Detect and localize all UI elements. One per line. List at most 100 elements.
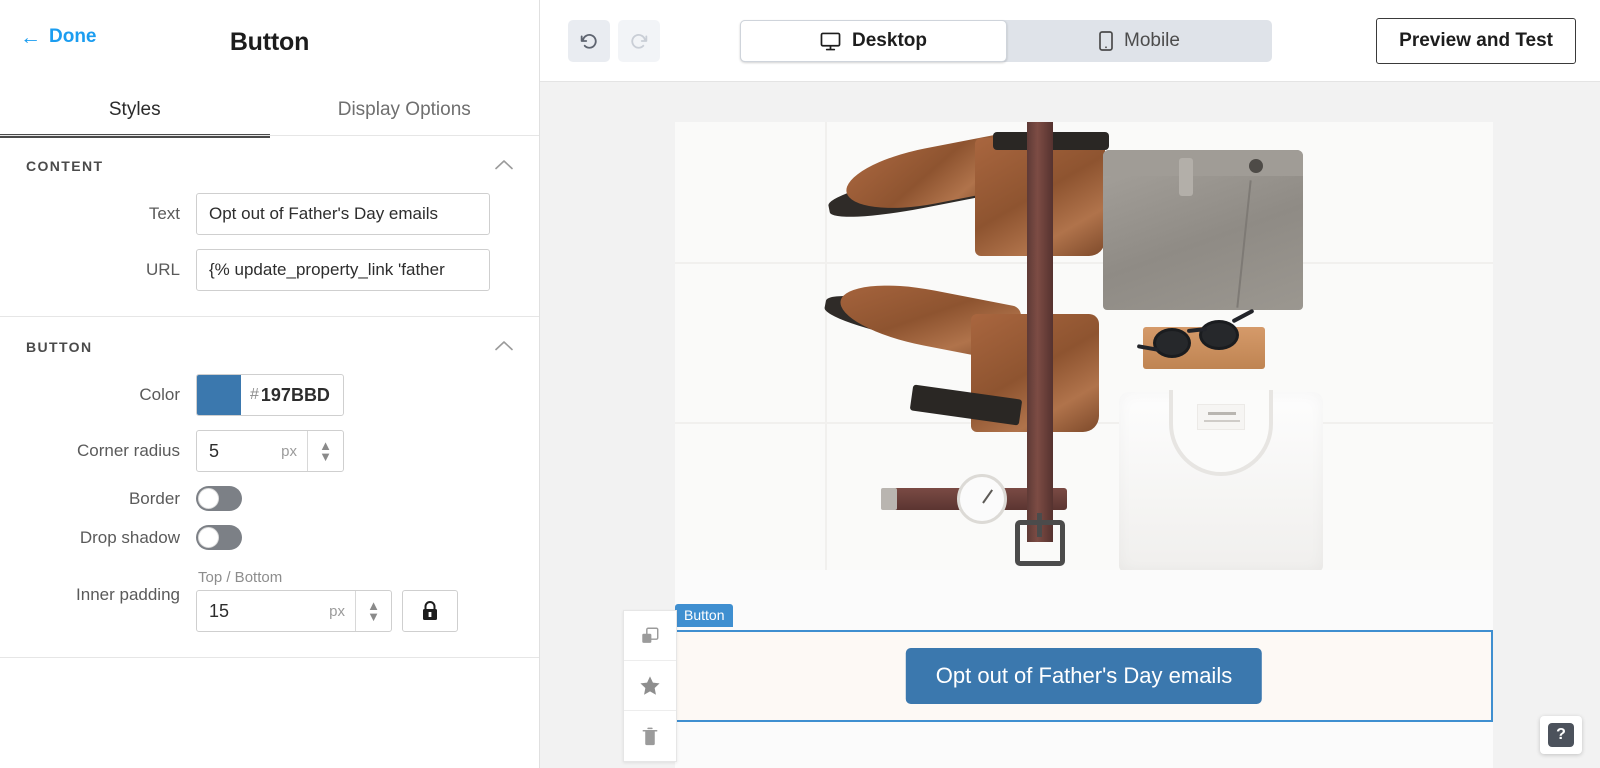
- section-content-title: CONTENT: [26, 158, 103, 174]
- done-button[interactable]: ← Done: [20, 26, 97, 48]
- tab-display-options-label: Display Options: [338, 99, 471, 121]
- lock-icon: [421, 600, 439, 622]
- corner-radius-label: Corner radius: [0, 441, 196, 461]
- section-button: BUTTON Color # 197BBD Corner radius: [0, 317, 539, 658]
- email-editor-app: ← Done Button Styles Display Options CON…: [0, 0, 1600, 768]
- chevron-up-icon[interactable]: [495, 158, 513, 174]
- text-field-label: Text: [0, 204, 196, 224]
- inner-padding-arrows[interactable]: ▲ ▼: [355, 591, 391, 631]
- inner-padding-stepper[interactable]: 15 px ▲ ▼: [196, 590, 392, 632]
- field-row-color: Color # 197BBD: [0, 367, 539, 423]
- trash-icon: [641, 726, 659, 747]
- text-input[interactable]: [196, 193, 490, 235]
- section-button-header[interactable]: BUTTON: [0, 317, 539, 367]
- color-hex-value[interactable]: # 197BBD: [241, 375, 343, 415]
- help-button[interactable]: ?: [1540, 716, 1582, 754]
- sunglasses-left-lens: [1153, 328, 1191, 358]
- selected-button-block[interactable]: Button Opt out of Father's Day emails: [675, 630, 1493, 722]
- duplicate-block-button[interactable]: [624, 611, 676, 661]
- corner-radius-unit: px: [281, 443, 297, 460]
- undo-button[interactable]: [568, 20, 610, 62]
- inner-padding-sublabel: Top / Bottom: [196, 569, 458, 586]
- corner-radius-arrows[interactable]: ▲ ▼: [307, 431, 343, 471]
- corner-radius-stepper[interactable]: 5 px ▲ ▼: [196, 430, 344, 472]
- delete-block-button[interactable]: [624, 711, 676, 761]
- editor-toolbar: Desktop Mobile Preview and Test: [540, 0, 1600, 82]
- field-row-corner-radius: Corner radius 5 px ▲ ▼: [0, 423, 539, 479]
- color-swatch[interactable]: [197, 375, 241, 415]
- editor-main: Desktop Mobile Preview and Test: [540, 0, 1600, 768]
- view-mode-mobile-label: Mobile: [1124, 30, 1180, 52]
- color-field-label: Color: [0, 385, 196, 405]
- field-row-drop-shadow: Drop shadow: [0, 518, 539, 557]
- inner-padding-unit: px: [329, 603, 345, 620]
- inner-padding-controls: Top / Bottom 15 px ▲ ▼: [196, 569, 458, 632]
- view-mode-mobile[interactable]: Mobile: [1007, 20, 1272, 62]
- tab-display-options[interactable]: Display Options: [270, 84, 540, 136]
- preview-and-test-label: Preview and Test: [1399, 30, 1553, 52]
- question-mark-icon: ?: [1548, 723, 1574, 747]
- border-toggle-knob: [198, 488, 219, 509]
- field-row-text: Text: [0, 186, 539, 242]
- view-mode-switcher: Desktop Mobile: [740, 20, 1272, 62]
- inner-padding-value: 15: [209, 601, 229, 622]
- hash-symbol: #: [250, 386, 259, 404]
- preview-and-test-button[interactable]: Preview and Test: [1376, 18, 1576, 64]
- mobile-icon: [1099, 31, 1113, 51]
- inner-padding-input[interactable]: 15 px: [197, 591, 355, 631]
- padding-lock-button[interactable]: [402, 590, 458, 632]
- inner-padding-label: Inner padding: [0, 569, 196, 605]
- redo-button[interactable]: [618, 20, 660, 62]
- styles-panel: ← Done Button Styles Display Options CON…: [0, 0, 540, 768]
- star-icon: [639, 675, 661, 696]
- border-toggle[interactable]: [196, 486, 242, 511]
- panel-tabs: Styles Display Options: [0, 84, 539, 136]
- undo-icon: [578, 30, 600, 52]
- watch-clasp: [881, 488, 897, 510]
- folded-shirt: [1119, 392, 1323, 570]
- tabs-divider: [0, 135, 539, 136]
- panel-header: ← Done Button: [0, 0, 539, 84]
- folded-pants: [1103, 150, 1303, 310]
- url-field-label: URL: [0, 260, 196, 280]
- hero-image[interactable]: [675, 122, 1493, 570]
- favorite-block-button[interactable]: [624, 661, 676, 711]
- color-control[interactable]: # 197BBD: [196, 374, 344, 416]
- block-tools: [623, 610, 677, 762]
- field-row-url: URL: [0, 242, 539, 298]
- watch-face: [957, 474, 1007, 524]
- drop-shadow-label: Drop shadow: [0, 528, 196, 548]
- back-arrow-icon: ←: [20, 27, 41, 48]
- color-hex-text: 197BBD: [261, 385, 330, 406]
- view-mode-desktop-label: Desktop: [852, 30, 927, 52]
- section-content: CONTENT Text URL: [0, 136, 539, 317]
- tab-styles[interactable]: Styles: [0, 84, 270, 136]
- drop-shadow-toggle[interactable]: [196, 525, 242, 550]
- drop-shadow-toggle-knob: [198, 527, 219, 548]
- belt-buckle: [1015, 520, 1065, 566]
- chevron-up-icon[interactable]: [495, 339, 513, 355]
- belt: [1027, 122, 1053, 542]
- field-row-inner-padding: Inner padding Top / Bottom 15 px ▲ ▼: [0, 557, 539, 639]
- email-canvas[interactable]: Button Opt out of Father's Day emails: [540, 82, 1600, 768]
- history-buttons: [568, 20, 660, 62]
- section-button-title: BUTTON: [26, 339, 92, 355]
- email-body: Button Opt out of Father's Day emails: [675, 122, 1493, 768]
- corner-radius-value: 5: [209, 441, 219, 462]
- section-content-header[interactable]: CONTENT: [0, 136, 539, 186]
- redo-icon: [628, 30, 650, 52]
- tab-styles-label: Styles: [109, 99, 161, 121]
- desktop-icon: [820, 32, 841, 51]
- sunglasses-right-lens: [1199, 320, 1239, 350]
- view-mode-desktop[interactable]: Desktop: [740, 20, 1007, 62]
- chevron-down-icon[interactable]: ▼: [319, 451, 332, 462]
- inner-padding-group: 15 px ▲ ▼: [196, 590, 458, 632]
- duplicate-icon: [640, 626, 660, 646]
- corner-radius-input[interactable]: 5 px: [197, 431, 307, 471]
- selection-label: Button: [675, 604, 733, 627]
- chevron-down-icon[interactable]: ▼: [367, 611, 380, 622]
- field-row-border: Border: [0, 479, 539, 518]
- cta-button[interactable]: Opt out of Father's Day emails: [906, 648, 1262, 704]
- url-input[interactable]: [196, 249, 490, 291]
- border-label: Border: [0, 489, 196, 509]
